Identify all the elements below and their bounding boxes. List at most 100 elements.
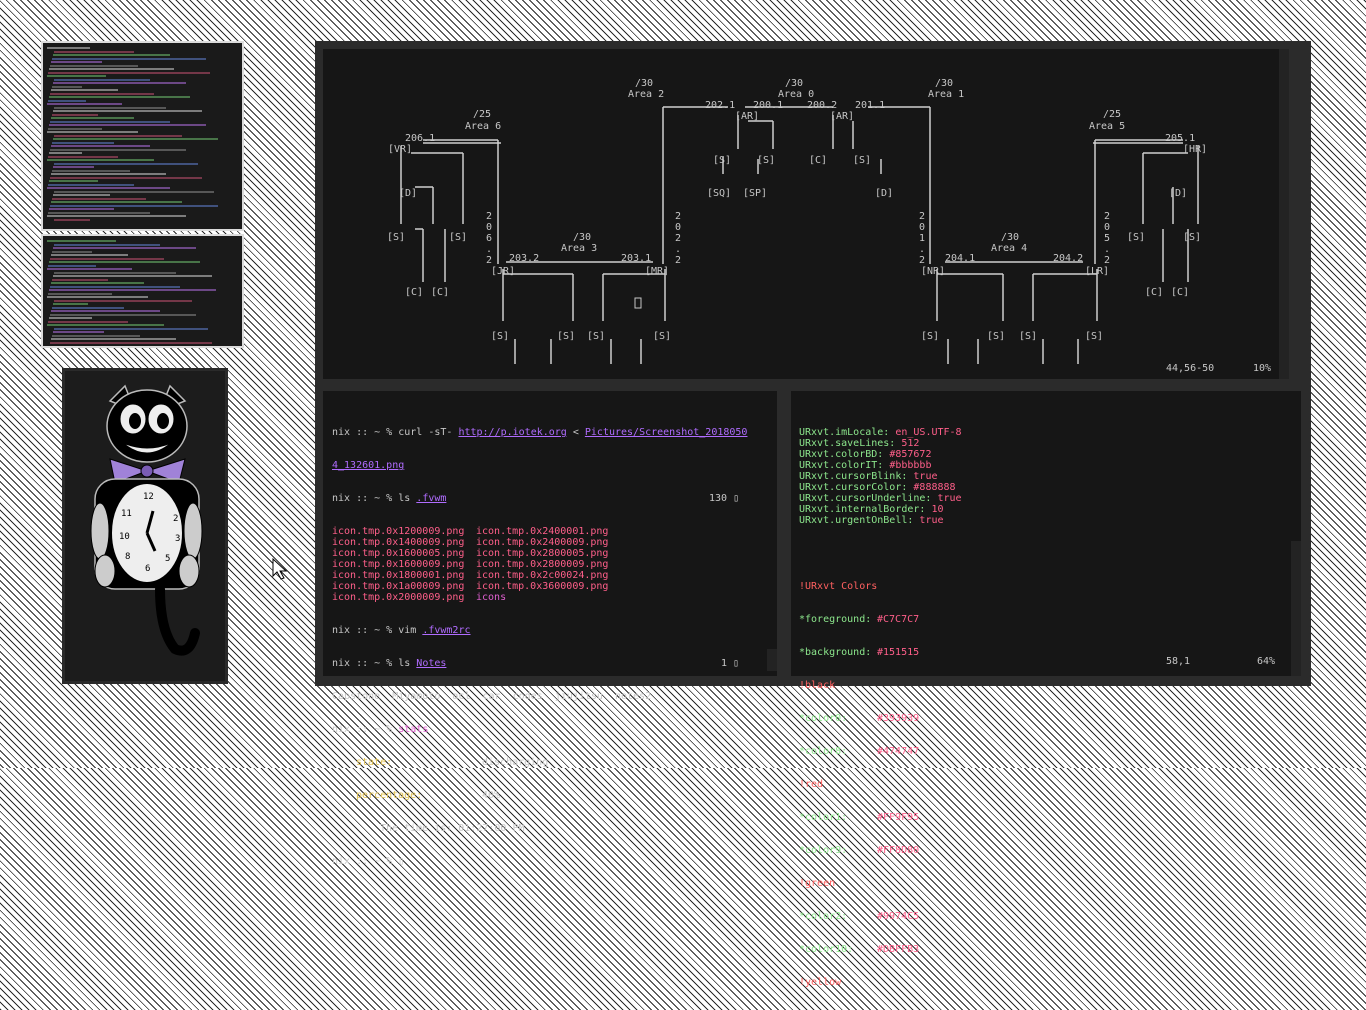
thumbnail-text-line xyxy=(54,50,134,53)
terminal-thumbnail-2[interactable] xyxy=(41,234,244,348)
file-entry[interactable]: icon.tmp.0x1a00009.png xyxy=(332,581,476,592)
terminal-right-scrollbar[interactable] xyxy=(1291,541,1301,676)
exit-status: 1 ▯ xyxy=(721,658,740,669)
file-entry[interactable]: icon.tmp.0x1600005.png xyxy=(332,548,476,559)
thumbnail-text-line xyxy=(49,289,216,291)
dir-link[interactable]: .fvwm xyxy=(416,493,446,504)
setting-key: URxvt.cursorUnderline: xyxy=(799,493,932,504)
file-entry[interactable]: icons xyxy=(476,592,506,603)
file-entry[interactable]: icon.tmp.0x2400001.png xyxy=(476,526,608,537)
diagram-label-area2-mask: /30 xyxy=(635,78,653,89)
diagram-scrollbar[interactable] xyxy=(1279,49,1289,379)
thumbnail-text-line xyxy=(52,169,130,172)
thumbnail-text-line xyxy=(52,197,146,200)
diagram-label-s: [S] xyxy=(387,232,405,243)
prompt: nix :: ~ % xyxy=(332,427,399,438)
diagram-label-c: [C] xyxy=(1171,287,1189,298)
thumbnail-text-line xyxy=(49,124,206,126)
thumbnail-text-line xyxy=(49,152,82,154)
setting-value: true xyxy=(913,471,938,482)
thumbnail-text-line xyxy=(51,338,176,340)
thumbnail-text-line xyxy=(47,103,122,105)
diagram-label-s: [S] xyxy=(1183,232,1201,243)
file-entry[interactable]: icon.tmp.0x1800001.png xyxy=(332,570,476,581)
comment-red: !red xyxy=(799,779,824,790)
diagram-label-c: [C] xyxy=(431,287,449,298)
color10-val: #DBFFB3 xyxy=(877,944,920,955)
thumbnail-text-line xyxy=(51,201,182,203)
file-row: icon.tmp.0x1a00009.png icon.tmp.0x3600009… xyxy=(332,581,747,592)
file-entry[interactable]: icon.tmp.0x2800005.png xyxy=(476,548,608,559)
diagram-label-n2061: 206.1 xyxy=(405,133,435,144)
color1-key: *color1: xyxy=(799,812,848,823)
file-listing: icon.tmp.0x1200009.png icon.tmp.0x2400001… xyxy=(332,526,747,603)
diagram-label-hr: [HR] xyxy=(1183,144,1207,155)
command: curl -sT- xyxy=(398,427,459,438)
file-entry[interactable]: icon.tmp.0x1600009.png xyxy=(332,559,476,570)
diagram-label-area5: Area 5 xyxy=(1089,121,1125,132)
thumbnail-text-line xyxy=(47,296,148,298)
diagram-label-s: [S] xyxy=(653,331,671,342)
colors-header: !URxvt Colors xyxy=(799,581,878,592)
terminal-thumbnail-1[interactable] xyxy=(41,41,244,231)
thumbnail-text-line xyxy=(53,138,218,140)
diagram-label-s: [S] xyxy=(1085,331,1103,342)
thumbnail-text-line xyxy=(48,320,128,323)
main-window: /25 Area 6/30 Area 2/30 Area 0/30 Area 1/25 A… xyxy=(315,41,1311,988)
thumbnail-text-line xyxy=(50,313,196,316)
notes-link[interactable]: Notes xyxy=(416,658,446,669)
thumbnail-text-line xyxy=(51,173,166,175)
file-link[interactable]: Pictures/Screenshot_2018050 xyxy=(585,427,748,438)
diagram-label-ar2: [AR] xyxy=(830,111,854,122)
thumbnail-text-line xyxy=(51,310,160,312)
thumbnail-text-line xyxy=(51,117,134,119)
cursor: ▯ xyxy=(398,856,405,867)
file-entry[interactable]: icon.tmp.0x2400009.png xyxy=(476,537,608,548)
diagram-label-area6: Area 6 xyxy=(465,121,501,132)
urxvt-setting-line: URxvt.urgentOnBell: true xyxy=(799,515,962,526)
thumbnail-text-line xyxy=(47,268,132,270)
setting-key: URxvt.colorIT: xyxy=(799,460,884,471)
file-entry[interactable]: icon.tmp.0x1400009.png xyxy=(332,537,476,548)
setting-key: URxvt.cursorBlink: xyxy=(799,471,908,482)
urxvt-setting-line: URxvt.saveLines: 512 xyxy=(799,438,962,449)
thumbnail-text-line xyxy=(47,324,164,326)
diagram-label-n2011: 201.1 xyxy=(855,100,885,111)
file-entry[interactable]: icon.tmp.0x2000009.png xyxy=(332,592,476,603)
diagram-label-s: [S] xyxy=(921,331,939,342)
network-diagram-pane[interactable]: /25 Area 6/30 Area 2/30 Area 0/30 Area 1/25 A… xyxy=(323,49,1289,379)
file-entry[interactable]: icon.tmp.0x2c00024.png xyxy=(476,570,608,581)
diagram-label-area3-mask: /30 xyxy=(573,232,591,243)
file-entry[interactable]: icon.tmp.0x1200009.png xyxy=(332,526,476,537)
setting-key: URxvt.imLocale: xyxy=(799,427,890,438)
thumbnail-text-line xyxy=(54,190,214,193)
vim-file-link[interactable]: .fvwm2rc xyxy=(422,625,470,636)
thumbnail-text-line xyxy=(48,292,112,295)
diagram-vertical-v206: 206.2 xyxy=(486,211,492,266)
thumbnail-text-line xyxy=(52,306,124,309)
terminal-left-scrollbar[interactable] xyxy=(767,649,777,671)
terminal-left[interactable]: nix :: ~ % curl -sT- http://p.iotek.org … xyxy=(323,391,777,867)
xresources-buffer: URxvt.imLocale: en_US.UTF-8 URxvt.saveLin… xyxy=(799,405,962,1010)
mouse-pointer-icon xyxy=(272,558,288,580)
thumbnail-text-line xyxy=(47,159,154,161)
diagram-label-s: [S] xyxy=(491,331,509,342)
vim-status-percent-2: 64% xyxy=(1257,656,1276,667)
bg-key: *background: xyxy=(799,647,872,658)
url-link[interactable]: http://p.iotek.org xyxy=(458,427,566,438)
thumbnail-text-line xyxy=(48,71,210,74)
file-entry[interactable]: icon.tmp.0x2800009.png xyxy=(476,559,608,570)
file-link-cont[interactable]: 4_132601.png xyxy=(332,460,404,471)
file-row: icon.tmp.0x1400009.png icon.tmp.0x2400009… xyxy=(332,537,747,548)
file-row: icon.tmp.0x1800001.png icon.tmp.0x2c00024… xyxy=(332,570,747,581)
thumbnail-text-line xyxy=(51,145,150,147)
file-entry[interactable]: icon.tmp.0x3600009.png xyxy=(476,581,608,592)
prompt: nix :: ~ % xyxy=(332,493,399,504)
comment-black: !black xyxy=(799,680,836,691)
terminal-right[interactable]: URxvt.imLocale: en_US.UTF-8 URxvt.saveLin… xyxy=(791,391,1301,988)
state-label: state: xyxy=(356,757,393,768)
diagram-label-d: [D] xyxy=(875,188,893,199)
thumbnail-text-line xyxy=(47,75,106,77)
color8-val: #474747 xyxy=(877,746,920,757)
color8-key: *color8: xyxy=(799,746,848,757)
